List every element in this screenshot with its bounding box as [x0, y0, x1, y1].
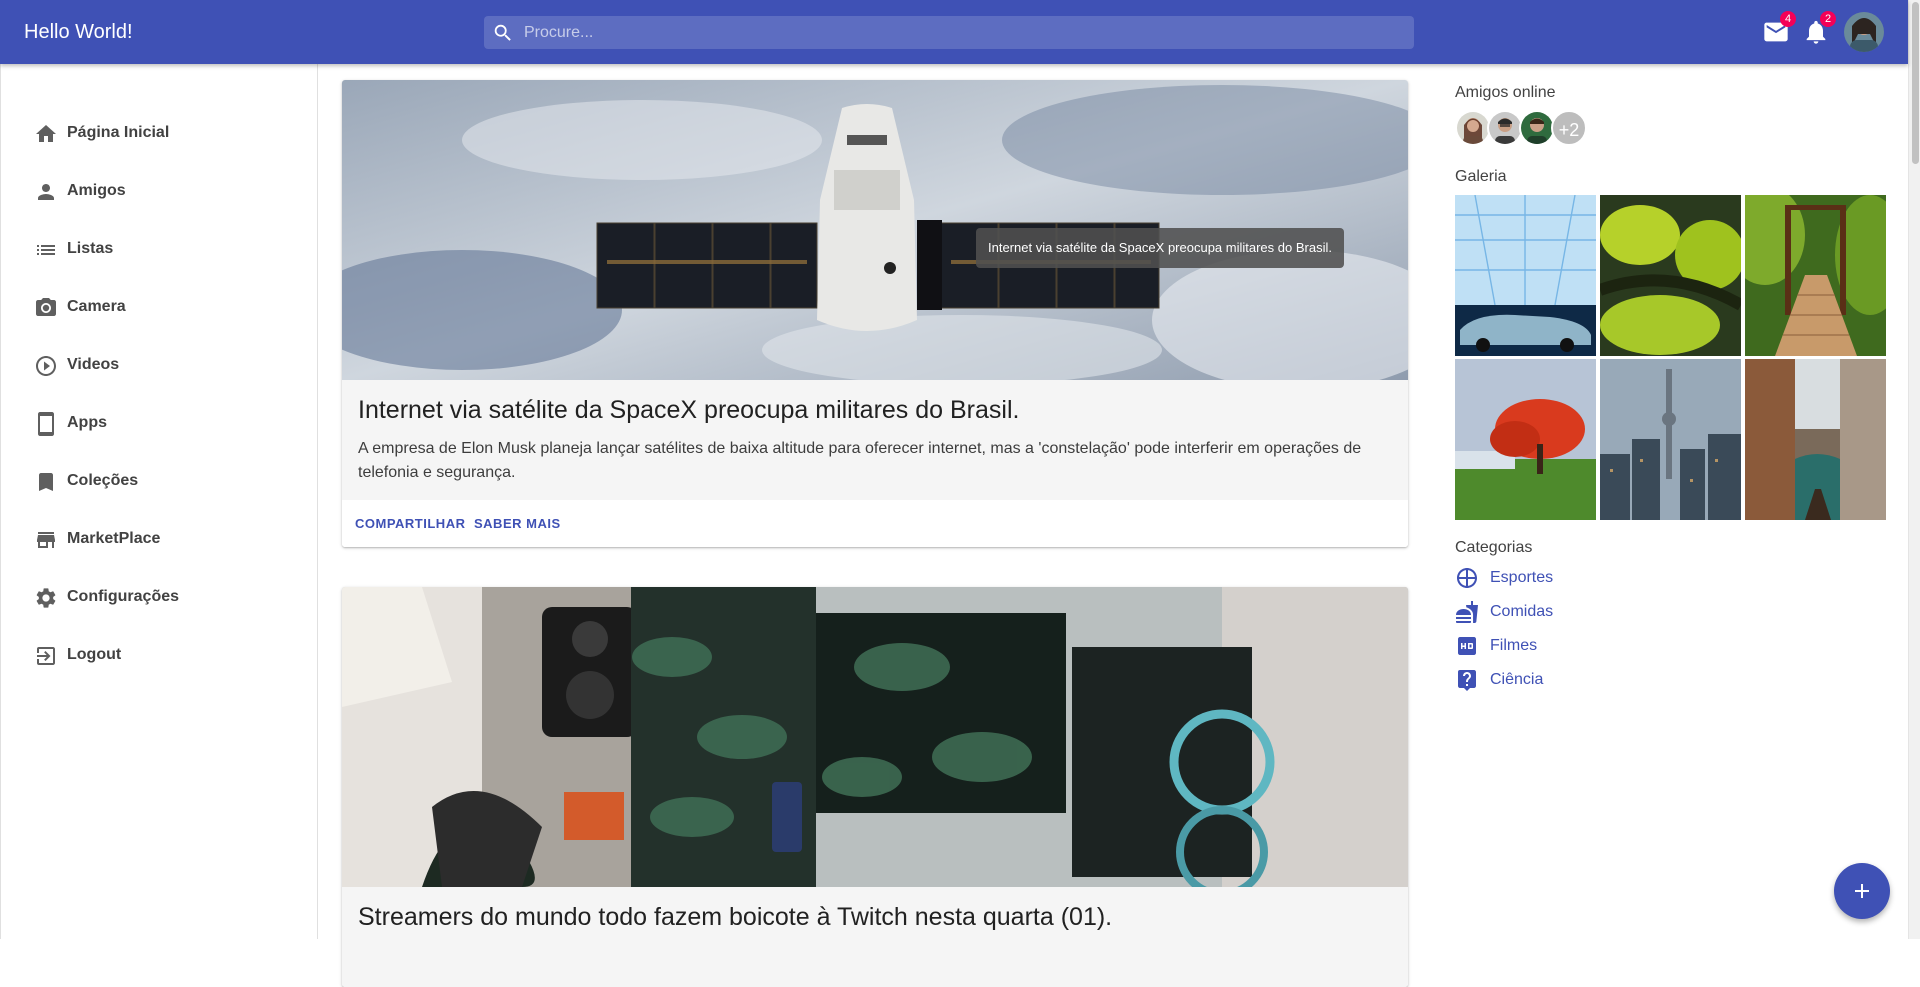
- sidebar-item-label: Camera: [67, 298, 126, 315]
- sidebar-item-lists[interactable]: Listas: [1, 221, 317, 279]
- page-scrollbar[interactable]: [1908, 0, 1920, 939]
- sidebar-item-label: Listas: [67, 240, 114, 257]
- gallery-image[interactable]: [1600, 195, 1741, 356]
- notifications-badge: 2: [1820, 11, 1836, 27]
- app-bar: Hello World! 4 2: [0, 0, 1908, 64]
- post-actions: COMPARTILHAR SABER MAIS: [342, 500, 1408, 547]
- post-card: Streamers do mundo todo fazem boicote à …: [342, 587, 1408, 987]
- categories-title: Categorias: [1455, 539, 1533, 556]
- sidebar-item-label: Página Inicial: [67, 124, 170, 141]
- friends-more-count[interactable]: +2: [1551, 110, 1587, 146]
- gallery-image[interactable]: [1745, 195, 1886, 356]
- category-label: Comidas: [1490, 603, 1554, 620]
- scrollbar-thumb[interactable]: [1912, 2, 1919, 164]
- sidebar-item-apps[interactable]: Apps: [1, 395, 317, 453]
- list-icon: [34, 238, 58, 262]
- search-input[interactable]: [524, 16, 1404, 49]
- friend-avatar[interactable]: [1455, 110, 1491, 146]
- sidebar: Página Inicial Amigos Listas Camera Vide…: [0, 64, 318, 939]
- food-icon: [1455, 600, 1479, 624]
- post-card: Internet via satélite da SpaceX preocupa…: [342, 80, 1408, 547]
- learn-more-button[interactable]: SABER MAIS: [474, 516, 561, 531]
- friend-avatar[interactable]: [1519, 110, 1555, 146]
- post-title: Streamers do mundo todo fazem boicote à …: [358, 903, 1113, 931]
- person-icon: [34, 180, 58, 204]
- bookmark-icon: [34, 470, 58, 494]
- sidebar-item-label: Apps: [67, 414, 107, 431]
- play-circle-icon: [34, 354, 58, 378]
- mail-button[interactable]: 4: [1762, 11, 1796, 46]
- sidebar-item-label: Configurações: [67, 588, 180, 605]
- sidebar-item-label: MarketPlace: [67, 530, 161, 547]
- hd-icon: [1455, 634, 1479, 658]
- logout-icon: [34, 644, 58, 668]
- sports-icon: [1455, 566, 1479, 590]
- tablet-icon: [34, 412, 58, 436]
- post-image[interactable]: [342, 587, 1408, 887]
- camera-icon: [34, 296, 58, 320]
- sidebar-item-label: Coleções: [67, 472, 139, 489]
- post-title: Internet via satélite da SpaceX preocupa…: [358, 396, 1020, 424]
- mail-badge: 4: [1780, 11, 1796, 27]
- post-content[interactable]: Streamers do mundo todo fazem boicote à …: [342, 887, 1408, 987]
- gallery-image[interactable]: [1745, 359, 1886, 520]
- category-label: Filmes: [1490, 637, 1538, 654]
- sidebar-item-label: Logout: [67, 646, 122, 663]
- sidebar-item-camera[interactable]: Camera: [1, 279, 317, 337]
- notifications-button[interactable]: 2: [1802, 11, 1836, 46]
- sidebar-item-marketplace[interactable]: MarketPlace: [1, 511, 317, 569]
- post-content[interactable]: Internet via satélite da SpaceX preocupa…: [342, 380, 1408, 500]
- sidebar-item-friends[interactable]: Amigos: [1, 163, 317, 221]
- sidebar-item-home[interactable]: Página Inicial: [1, 105, 317, 163]
- friend-avatar[interactable]: [1487, 110, 1523, 146]
- search-icon: [494, 24, 511, 41]
- settings-icon: [34, 586, 58, 610]
- sidebar-item-label: Amigos: [67, 182, 126, 199]
- friends-title: Amigos online: [1455, 84, 1556, 101]
- desk-setup-image: [342, 587, 1408, 887]
- post-text: A empresa de Elon Musk planeja lançar sa…: [358, 440, 1362, 481]
- user-avatar[interactable]: [1844, 12, 1884, 52]
- share-button[interactable]: COMPARTILHAR: [355, 516, 465, 531]
- sidebar-item-logout[interactable]: Logout: [1, 627, 317, 685]
- plus-icon: [1855, 884, 1869, 898]
- store-icon: [34, 528, 58, 552]
- home-icon: [34, 122, 58, 146]
- add-post-button[interactable]: [1834, 863, 1890, 919]
- app-title: Hello World!: [24, 21, 133, 43]
- category-label: Ciência: [1490, 671, 1544, 688]
- help-box-icon: [1455, 668, 1479, 692]
- gallery-image[interactable]: [1455, 359, 1596, 520]
- sidebar-item-settings[interactable]: Configurações: [1, 569, 317, 627]
- search-box[interactable]: [484, 16, 1414, 49]
- sidebar-item-collections[interactable]: Coleções: [1, 453, 317, 511]
- avatar-image: [1844, 12, 1884, 52]
- gallery-image[interactable]: [1455, 195, 1596, 356]
- sidebar-item-videos[interactable]: Videos: [1, 337, 317, 395]
- gallery-image[interactable]: [1600, 359, 1741, 520]
- sidebar-item-label: Videos: [67, 356, 120, 373]
- category-label: Esportes: [1490, 569, 1554, 586]
- post-image-tooltip: Internet via satélite da SpaceX preocupa…: [976, 228, 1344, 268]
- gallery-title: Galeria: [1455, 168, 1507, 185]
